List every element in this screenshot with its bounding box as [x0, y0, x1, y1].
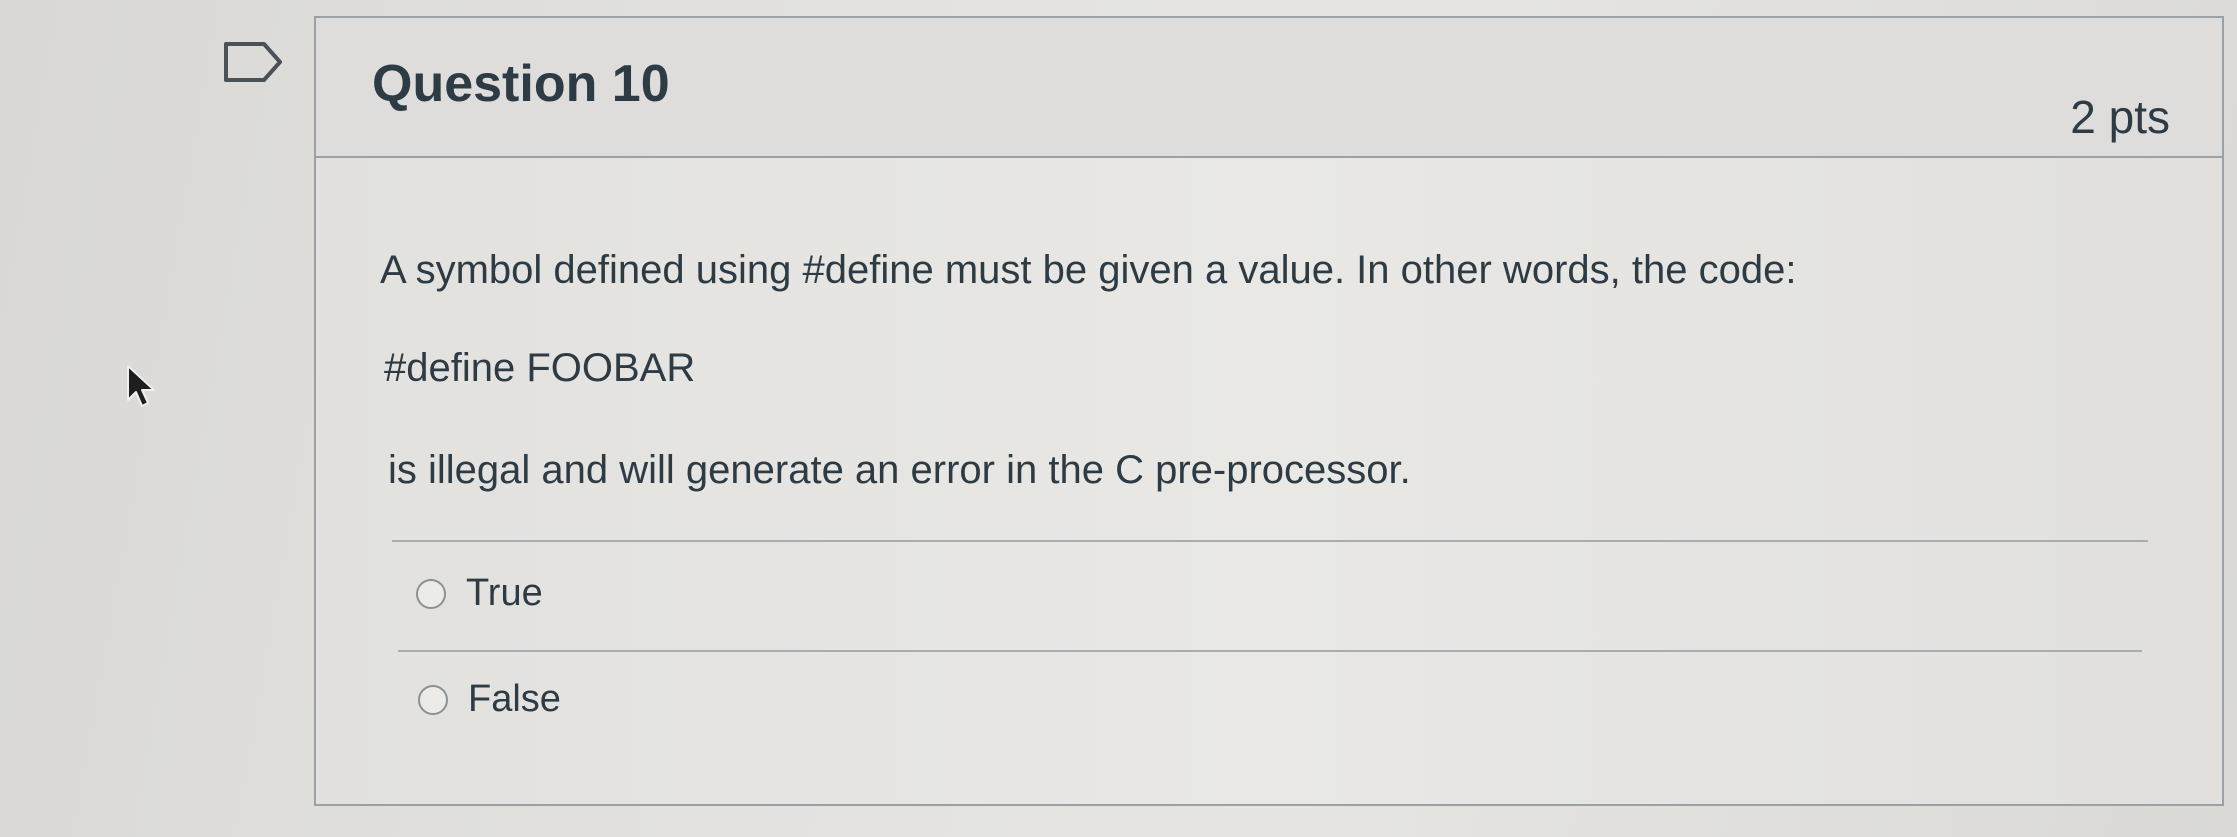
question-text-line: is illegal and will generate an error in… — [388, 448, 1411, 492]
radio-button[interactable] — [416, 578, 446, 609]
question-text-line: A symbol defined using #define must be g… — [380, 248, 1797, 292]
question-card: Question 10 2 pts A symbol defined using… — [314, 16, 2224, 806]
answer-label: True — [466, 572, 543, 614]
question-title: Question 10 — [372, 55, 670, 113]
answers-divider — [398, 650, 2142, 652]
mouse-pointer-icon — [127, 365, 155, 407]
answer-label: False — [468, 678, 561, 720]
question-header: Question 10 2 pts — [316, 18, 2222, 158]
answers-divider — [392, 540, 2148, 542]
question-points: 2 pts — [2070, 91, 2170, 143]
answer-option-true[interactable]: True — [416, 572, 543, 615]
quiz-screen: Question 10 2 pts A symbol defined using… — [0, 0, 2237, 837]
radio-button[interactable] — [418, 684, 448, 715]
flag-question-icon[interactable] — [222, 40, 284, 84]
answer-option-false[interactable]: False — [418, 678, 561, 721]
question-code-line: #define FOOBAR — [384, 346, 696, 390]
